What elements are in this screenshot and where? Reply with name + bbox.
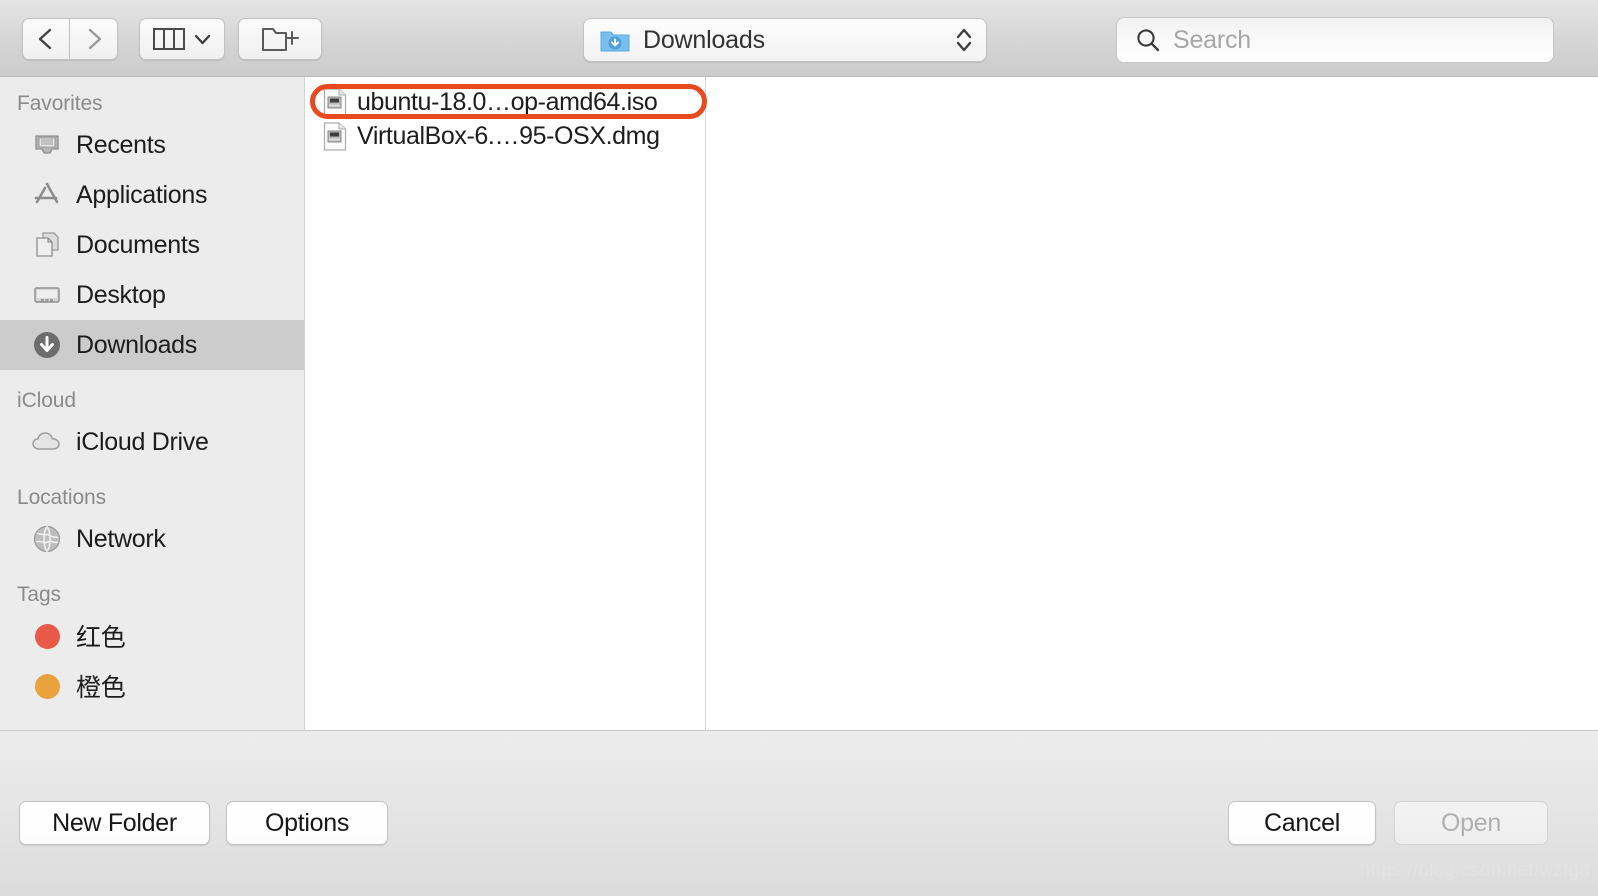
search-placeholder: Search	[1173, 25, 1252, 54]
chevron-left-icon	[36, 27, 56, 51]
desktop-icon	[30, 278, 64, 312]
sidebar-item-tag-red[interactable]: 红色	[0, 611, 304, 661]
disk-image-icon	[323, 121, 347, 151]
new-folder-toolbar-button[interactable]	[238, 18, 322, 60]
sidebar-item-recents[interactable]: Recents	[0, 120, 304, 170]
network-globe-icon	[30, 522, 64, 556]
new-folder-button[interactable]: New Folder	[19, 801, 210, 845]
location-popup-button[interactable]: Downloads	[583, 18, 987, 62]
navigation-button-group	[22, 18, 118, 60]
sidebar-item-network[interactable]: Network	[0, 514, 304, 564]
sidebar-item-downloads[interactable]: Downloads	[0, 320, 304, 370]
location-popup-label: Downloads	[643, 25, 765, 54]
sidebar-item-label: Downloads	[76, 330, 197, 359]
toolbar: Downloads Search	[0, 0, 1598, 77]
file-name: VirtualBox-6.…95-OSX.dmg	[357, 121, 660, 150]
sidebar-item-applications[interactable]: Applications	[0, 170, 304, 220]
sidebar-item-label: Applications	[76, 180, 208, 209]
view-mode-button[interactable]	[139, 18, 225, 60]
sidebar-section-header-tags: Tags	[17, 583, 61, 606]
downloads-folder-icon	[600, 27, 630, 53]
sidebar-item-desktop[interactable]: Desktop	[0, 270, 304, 320]
file-row[interactable]: VirtualBox-6.…95-OSX.dmg	[305, 119, 705, 153]
sidebar-item-label: 红色	[76, 624, 126, 652]
sidebar-item-label: Documents	[76, 230, 200, 259]
tag-dot-icon	[30, 619, 64, 653]
sidebar-item-label: Recents	[76, 130, 166, 159]
forward-button[interactable]	[70, 18, 118, 60]
up-down-chevron-icon	[954, 25, 974, 55]
sidebar-item-label: iCloud Drive	[76, 427, 209, 456]
sidebar-item-label: Desktop	[76, 280, 166, 309]
sidebar-section-header-icloud: iCloud	[17, 389, 76, 412]
sidebar-item-documents[interactable]: Documents	[0, 220, 304, 270]
file-name: ubuntu-18.0…op-amd64.iso	[357, 87, 658, 116]
search-icon	[1135, 27, 1161, 53]
sidebar-item-tag-orange[interactable]: 橙色	[0, 661, 304, 711]
open-button: Open	[1394, 801, 1548, 845]
watermark-text: https://blog.csdn.net/wzfgd	[1359, 860, 1590, 881]
sidebar-section-header-locations: Locations	[17, 486, 106, 509]
new-folder-icon	[261, 24, 299, 54]
chevron-right-icon	[84, 27, 104, 51]
downloads-icon	[30, 328, 64, 362]
sidebar-item-icloud-drive[interactable]: iCloud Drive	[0, 417, 304, 467]
sidebar: Favorites Recents Applications Documents…	[0, 77, 305, 730]
search-field[interactable]: Search	[1116, 17, 1554, 63]
file-column-downloads: ubuntu-18.0…op-amd64.iso VirtualBox-6.…9…	[305, 77, 706, 730]
sidebar-item-label: 橙色	[76, 674, 126, 702]
file-column-preview	[706, 77, 1598, 730]
open-file-dialog: Downloads Search Favorites Recents Appli…	[0, 0, 1598, 896]
cloud-icon	[30, 425, 64, 459]
sidebar-section-header-favorites: Favorites	[17, 92, 103, 115]
dialog-body: Favorites Recents Applications Documents…	[0, 77, 1598, 730]
back-button[interactable]	[22, 18, 70, 60]
file-row[interactable]: ubuntu-18.0…op-amd64.iso	[305, 85, 705, 119]
dialog-footer: New Folder Options Cancel Open https://b…	[0, 730, 1598, 896]
tag-dot-icon	[30, 669, 64, 703]
column-view-icon	[153, 28, 185, 50]
disk-image-icon	[323, 87, 347, 117]
sidebar-item-label: Network	[76, 524, 166, 553]
recents-icon	[30, 128, 64, 162]
options-button[interactable]: Options	[226, 801, 388, 845]
cancel-button[interactable]: Cancel	[1228, 801, 1376, 845]
column-browser: ubuntu-18.0…op-amd64.iso VirtualBox-6.…9…	[305, 77, 1598, 730]
applications-icon	[30, 178, 64, 212]
documents-icon	[30, 228, 64, 262]
chevron-down-icon	[194, 34, 211, 45]
